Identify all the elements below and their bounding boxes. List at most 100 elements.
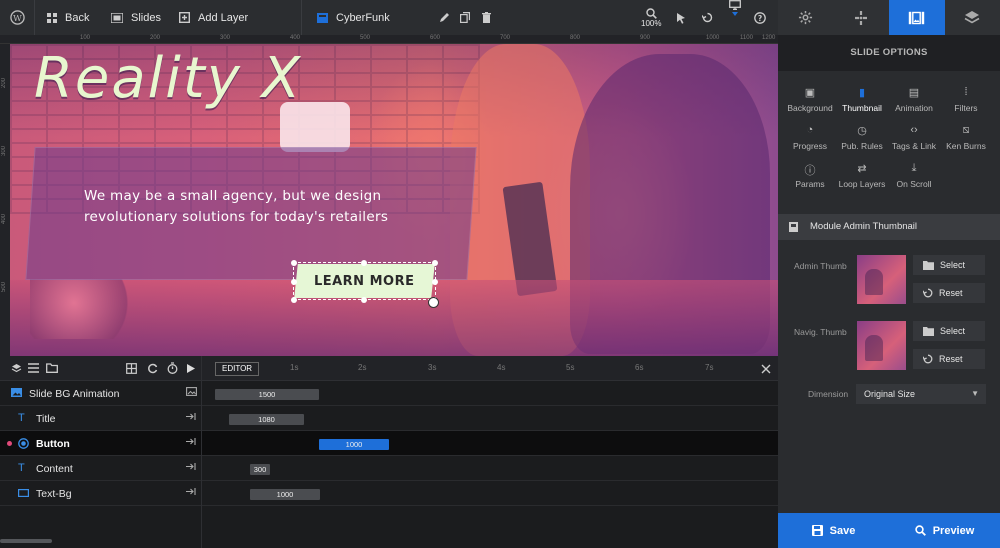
option-label: Progress [792,141,827,151]
timeline-bar[interactable]: 1000 [250,489,320,500]
play-icon[interactable] [187,364,195,373]
clock-icon: ◷ [857,125,867,137]
back-button[interactable]: Back [47,0,89,35]
resize-handle[interactable] [361,297,367,303]
timeline-bar[interactable]: 1000 [319,439,389,450]
option-thumbnail[interactable]: ▮ Thumbnail [836,86,888,113]
tab-module-settings[interactable] [778,0,834,35]
slides-label: Slides [131,11,161,24]
admin-thumb-reset-button[interactable]: Reset [913,283,985,303]
option-animation[interactable]: ▤ Animation [888,86,940,113]
edit-button[interactable] [439,0,450,35]
end-arrow-icon[interactable] [186,437,196,446]
pencil-icon [440,13,449,22]
option-filters[interactable]: ⁞ Filters [940,86,992,113]
option-background[interactable]: ▣ Background [784,86,836,113]
close-icon[interactable] [761,364,771,374]
resize-handle[interactable] [361,260,367,266]
timeline-row[interactable]: T Content 300 [0,456,778,481]
add-layer-button[interactable]: Add Layer [179,0,248,35]
snap-grid-icon[interactable] [126,363,137,374]
option-progress[interactable]: ◔ Progress [784,124,836,151]
loop-icon: ⇄ [857,163,867,175]
timeline-bar[interactable]: 1080 [229,414,304,425]
reset-icon [923,354,933,364]
tab-layers[interactable] [945,0,1000,35]
layers-icon [964,11,980,24]
slide-canvas[interactable]: Reality X We may be a small agency, but … [10,44,778,356]
layers-icon[interactable] [11,363,22,374]
slider-name[interactable]: CyberFunk [317,0,390,35]
slide-title-layer[interactable]: Reality X [34,46,302,111]
slide-options-icon [909,11,925,24]
admin-thumb-label: Admin Thumb [794,261,847,271]
button-layer-selection[interactable]: LEARN MORE [291,260,439,308]
wordpress-logo-button[interactable]: W [10,0,25,35]
dimension-select[interactable]: Original Size ▼ [856,384,986,404]
save-button[interactable]: Save [778,513,889,548]
navig-thumb-select-button[interactable]: Select [913,321,985,341]
navig-thumb-reset-button[interactable]: Reset [913,349,985,369]
end-arrow-icon[interactable] [186,412,196,421]
image-settings-icon[interactable] [186,387,197,396]
end-arrow-icon[interactable] [186,462,196,471]
delete-button[interactable] [482,0,491,35]
panel-header: SLIDE OPTIONS [778,35,1000,71]
admin-thumb-select-button[interactable]: Select [913,255,985,275]
ruler-tick: 300 [1,146,7,157]
button-icon [18,438,29,449]
duplicate-button[interactable] [460,0,470,35]
select-label: Select [940,326,966,336]
ruler-tick: 700 [500,35,511,41]
content-text-layer[interactable]: We may be a small agency, but we design … [84,186,414,228]
resize-handle[interactable] [291,279,297,285]
timeline-bar[interactable]: 1500 [215,389,319,400]
resize-handle[interactable] [291,297,297,303]
tab-slide-options[interactable] [889,0,945,35]
ruler-horizontal: 100 200 300 400 500 600 700 800 900 1000… [0,35,778,44]
stopwatch-icon[interactable] [167,362,178,374]
horizontal-scrollbar[interactable] [0,539,52,543]
layer-label: Text-Bg [36,488,72,500]
resize-handle[interactable] [432,279,438,285]
filter-icon: ⁞ [964,86,968,98]
gear-icon [799,10,813,25]
copy-icon [460,12,470,23]
learn-more-button[interactable]: LEARN MORE [294,264,435,298]
folder-icon[interactable] [46,363,58,373]
option-on-scroll[interactable]: ⤓ On Scroll [888,162,940,189]
folder-icon [923,260,934,270]
option-pub-rules[interactable]: ◷ Pub. Rules [836,124,888,151]
timeline-row[interactable]: Slide BG Animation 1500 [0,381,778,406]
ruler-tick: 300 [220,35,231,41]
select-tool-button[interactable] [676,0,686,35]
ruler-tick: 800 [570,35,581,41]
cursor-icon [677,12,685,24]
rotate-handle-icon[interactable] [428,297,439,308]
tab-navigation[interactable] [834,0,890,35]
list-icon[interactable] [28,363,39,373]
resize-handle[interactable] [291,260,297,266]
resize-handle[interactable] [432,260,438,266]
timeline-bar[interactable]: 300 [250,464,270,475]
end-arrow-icon[interactable] [186,487,196,496]
preview-button[interactable]: Preview [889,513,1000,548]
slides-button[interactable]: Slides [111,0,161,35]
device-toggle-button[interactable] [729,0,741,35]
timeline-row[interactable]: T Title 1080 [0,406,778,431]
option-params[interactable]: ⓘ Params [784,162,836,189]
add-layer-label: Add Layer [198,11,249,24]
chevron-down-icon [732,12,738,16]
loop-icon[interactable] [147,363,158,374]
option-ken-burns[interactable]: ⧅ Ken Burns [940,124,992,151]
code-icon: ‹› [910,124,918,136]
search-icon [915,525,926,536]
option-tags-link[interactable]: ‹› Tags & Link [888,124,940,151]
help-button[interactable]: ? [754,0,766,35]
film-icon: ▤ [908,87,920,99]
zoom-control[interactable]: 100% [641,0,661,35]
undo-button[interactable] [702,0,713,35]
timeline-row[interactable]: Text-Bg 1000 [0,481,778,506]
option-loop-layers[interactable]: ⇄ Loop Layers [836,162,888,189]
timeline-row-selected[interactable]: Button 1000 [0,431,778,456]
